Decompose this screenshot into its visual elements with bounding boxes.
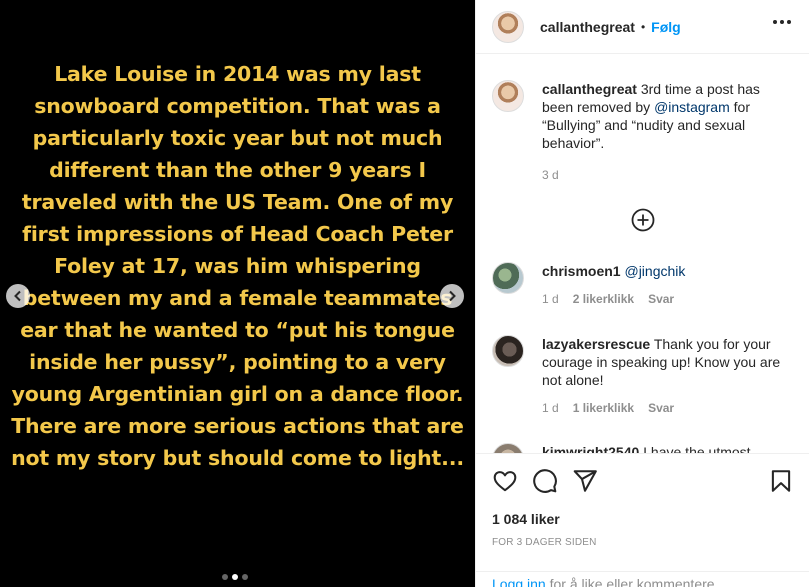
like-heart-icon[interactable] [492, 468, 518, 494]
next-slide-button[interactable] [440, 284, 464, 308]
post-image-text: Lake Louise in 2014 was my last snowboar… [11, 62, 464, 470]
more-options-button[interactable] [773, 20, 791, 24]
action-bar [492, 468, 794, 496]
post-header: callanthegreat • Følg [476, 0, 809, 54]
reply-button[interactable]: Svar [648, 401, 674, 415]
follow-button[interactable]: Følg [651, 19, 681, 35]
comment-likes[interactable]: 1 likerklikk [573, 401, 634, 415]
caption-username[interactable]: callanthegreat [542, 81, 637, 97]
carousel-dot [242, 574, 248, 580]
comment-username[interactable]: chrismoen1 [542, 263, 621, 279]
avatar[interactable] [492, 10, 524, 43]
reply-button[interactable]: Svar [648, 292, 674, 306]
separator-dot: • [640, 19, 646, 34]
load-more-comments-button[interactable] [631, 208, 655, 232]
comment-item: chrismoen1 @jingchik 1 d 2 likerklikk Sv… [492, 262, 794, 306]
comment-username[interactable]: kimwright2540 [542, 444, 639, 453]
more-dot-icon [780, 20, 784, 24]
header-username[interactable]: callanthegreat [540, 19, 635, 35]
caption-time: 3 d [542, 168, 559, 182]
avatar[interactable] [492, 335, 524, 367]
comment-item: lazyakersrescue Thank you for your coura… [492, 335, 794, 415]
chevron-right-icon [449, 290, 456, 302]
comment-item: kimwright2540 I have the utmost [492, 443, 794, 453]
more-dot-icon [787, 20, 791, 24]
share-send-icon[interactable] [572, 468, 598, 494]
login-prompt-text: for å like eller kommentere. [545, 576, 719, 587]
chevron-left-icon [14, 290, 21, 302]
bookmark-icon[interactable] [768, 468, 794, 494]
post-timestamp: FOR 3 DAGER SIDEN [492, 537, 597, 548]
like-count[interactable]: 1 084 liker [492, 511, 560, 527]
comment-username[interactable]: lazyakersrescue [542, 336, 650, 352]
post-footer: 1 084 liker FOR 3 DAGER SIDEN Logg inn f… [476, 453, 809, 587]
previous-slide-button[interactable] [6, 284, 30, 308]
carousel-dot-active [232, 574, 238, 580]
post-sidebar: callanthegreat • Følg callanthegreat 3rd… [475, 0, 809, 587]
avatar[interactable] [492, 80, 524, 112]
comments-list[interactable]: callanthegreat 3rd time a post has been … [476, 55, 809, 453]
carousel-indicator [222, 574, 248, 580]
post-caption: callanthegreat 3rd time a post has been … [492, 80, 794, 182]
post-media[interactable]: Lake Louise in 2014 was my last snowboar… [0, 0, 475, 587]
comment-text: I have the utmost [639, 444, 751, 453]
comment-time: 1 d [542, 292, 559, 306]
more-dot-icon [773, 20, 777, 24]
comment-time: 1 d [542, 401, 559, 415]
login-link[interactable]: Logg inn [492, 576, 546, 587]
comment-bubble-icon[interactable] [532, 468, 558, 494]
comment-mention[interactable]: @jingchik [624, 263, 685, 279]
carousel-dot [222, 574, 228, 580]
avatar[interactable] [492, 443, 524, 453]
caption-mention[interactable]: @instagram [654, 99, 730, 115]
login-prompt: Logg inn for å like eller kommentere. [476, 571, 809, 587]
avatar[interactable] [492, 262, 524, 294]
comment-likes[interactable]: 2 likerklikk [573, 292, 634, 306]
